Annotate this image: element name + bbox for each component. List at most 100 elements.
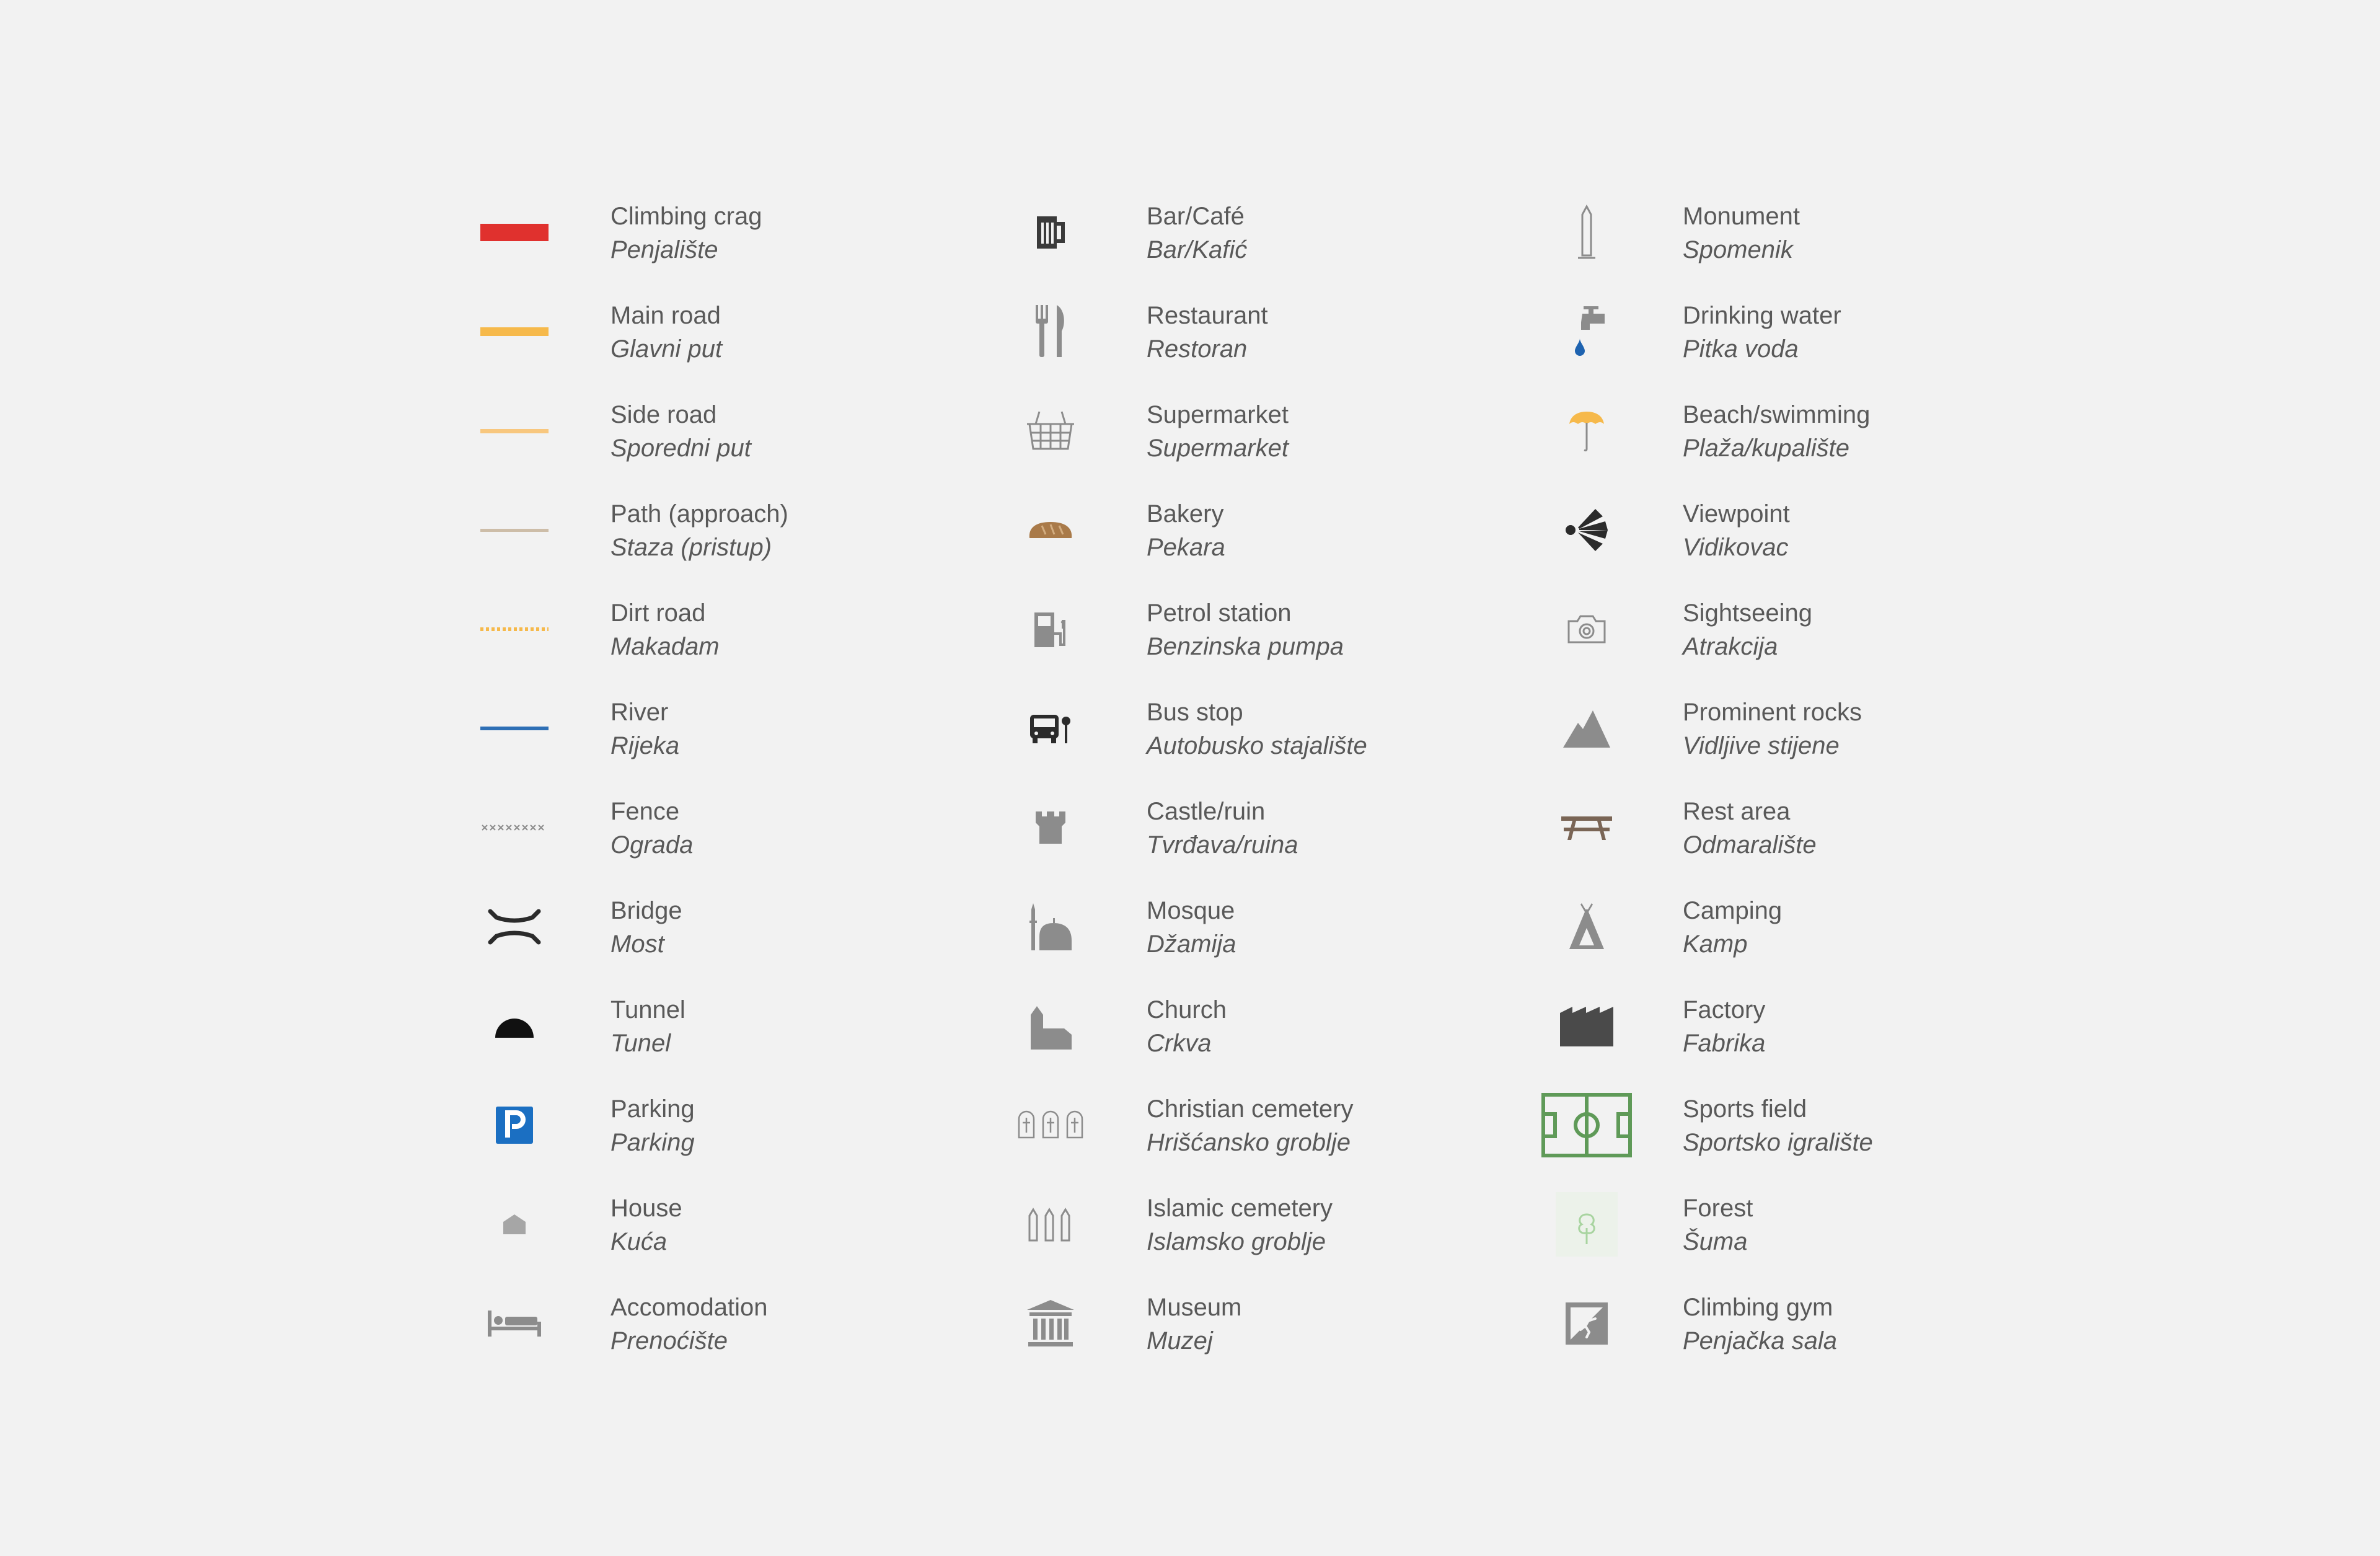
tan-line-icon (459, 484, 570, 577)
label-en: Accomodation (610, 1294, 768, 1321)
cross-line-icon (459, 781, 570, 874)
label-en: Petrol station (1147, 599, 1292, 627)
label-en: Camping (1683, 897, 1783, 924)
orange-thick-line-icon (459, 285, 570, 378)
label-en: Viewpoint (1683, 500, 1790, 528)
label-hr: Muzej (1147, 1327, 1213, 1355)
label-hr: Atrakcija (1683, 633, 1778, 660)
label-hr: Staza (pristup) (610, 534, 772, 561)
tap-icon (1531, 285, 1642, 378)
museum-icon (995, 1277, 1106, 1370)
label-hr: Pitka voda (1683, 335, 1799, 363)
label-hr: Bar/Kafić (1147, 236, 1248, 263)
label-hr: Penjalište (610, 236, 718, 263)
label-en: Monument (1683, 203, 1800, 230)
label-en: Climbing crag (610, 203, 762, 230)
label-hr: Šuma (1683, 1228, 1748, 1255)
viewpoint-icon (1531, 484, 1642, 577)
label-hr: Crkva (1147, 1030, 1212, 1057)
fuel-pump-icon (995, 583, 1106, 676)
label-hr: Tunel (610, 1030, 671, 1057)
legend-item-main-road: Main road Glavni put (459, 285, 1078, 378)
climbing-wall-icon (1531, 1277, 1642, 1370)
legend-item-camping: Camping Kamp (1531, 880, 2151, 973)
legend-column-2: Bar/Café Bar/Kafić Restaurant Restoran S… (995, 0, 1615, 1556)
label-en: Side road (610, 401, 717, 428)
label-hr: Pekara (1147, 534, 1225, 561)
label-en: Bakery (1147, 500, 1224, 528)
legend-item-museum: Museum Muzej (995, 1277, 1615, 1370)
label-en: Bridge (610, 897, 682, 924)
legend-item-islamic-cemetery: Islamic cemetery Islamsko groblje (995, 1178, 1615, 1271)
label-en: Supermarket (1147, 401, 1289, 428)
label-en: Castle/ruin (1147, 798, 1266, 825)
label-en: Factory (1683, 996, 1766, 1023)
label-hr: Makadam (610, 633, 720, 660)
tunnel-icon (459, 979, 570, 1072)
label-en: Path (approach) (610, 500, 788, 528)
label-hr: Spomenik (1683, 236, 1793, 263)
label-en: Fence (610, 798, 680, 825)
legend-item-accomodation: Accomodation Prenoćište (459, 1277, 1078, 1370)
bread-icon (995, 484, 1106, 577)
parking-icon (459, 1079, 570, 1172)
label-en: Restaurant (1147, 302, 1268, 329)
label-hr: Autobusko stajalište (1147, 732, 1367, 759)
label-hr: Most (610, 931, 664, 958)
label-hr: Restoran (1147, 335, 1248, 363)
legend-item-tunnel: Tunnel Tunel (459, 979, 1078, 1072)
label-hr: Odmaralište (1683, 831, 1817, 859)
legend-column-3: Monument Spomenik Drinking water Pitka v… (1531, 0, 2151, 1556)
red-thick-line-icon (459, 186, 570, 279)
legend-item-side-road: Side road Sporedni put (459, 384, 1078, 477)
legend-item-sports-field: Sports field Sportsko igralište (1531, 1079, 2151, 1172)
legend-item-sightseeing: Sightseeing Atrakcija (1531, 583, 2151, 676)
label-hr: Glavni put (610, 335, 723, 363)
label-en: Forest (1683, 1195, 1753, 1222)
legend-item-climbing-crag: Climbing crag Penjalište (459, 186, 1078, 279)
legend-item-path: Path (approach) Staza (pristup) (459, 484, 1078, 577)
obelisk-icon (1531, 186, 1642, 279)
label-hr: Džamija (1147, 931, 1236, 958)
field-icon (1531, 1079, 1642, 1172)
label-hr: Islamsko groblje (1147, 1228, 1326, 1255)
legend-item-river: River Rijeka (459, 682, 1078, 775)
dotted-orange-line-icon (459, 583, 570, 676)
legend-item-church: Church Crkva (995, 979, 1615, 1072)
tree-icon (1531, 1178, 1642, 1271)
label-en: Drinking water (1683, 302, 1841, 329)
camera-icon (1531, 583, 1642, 676)
legend-item-fence: Fence Ograda (459, 781, 1078, 874)
legend-item-christian-cemetery: Christian cemetery Hrišćansko groblje (995, 1079, 1615, 1172)
label-hr: Parking (610, 1129, 695, 1156)
label-en: Parking (610, 1095, 695, 1123)
umbrella-icon (1531, 384, 1642, 477)
label-en: Prominent rocks (1683, 699, 1862, 726)
label-en: Christian cemetery (1147, 1095, 1354, 1123)
label-hr: Benzinska pumpa (1147, 633, 1344, 660)
legend-item-parking: Parking Parking (459, 1079, 1078, 1172)
bed-icon (459, 1277, 570, 1370)
legend-item-climbing-gym: Climbing gym Penjačka sala (1531, 1277, 2151, 1370)
light-orange-line-icon (459, 384, 570, 477)
legend-item-monument: Monument Spomenik (1531, 186, 2151, 279)
legend-item-castle: Castle/ruin Tvrđava/ruina (995, 781, 1615, 874)
label-en: Bar/Café (1147, 203, 1245, 230)
legend-item-beach: Beach/swimming Plaža/kupalište (1531, 384, 2151, 477)
factory-icon (1531, 979, 1642, 1072)
bus-icon (995, 682, 1106, 775)
legend-item-viewpoint: Viewpoint Vidikovac (1531, 484, 2151, 577)
label-hr: Penjačka sala (1683, 1327, 1838, 1355)
label-en: Climbing gym (1683, 1294, 1833, 1321)
blue-line-icon (459, 682, 570, 775)
legend-item-bus-stop: Bus stop Autobusko stajalište (995, 682, 1615, 775)
label-en: Islamic cemetery (1147, 1195, 1333, 1222)
label-hr: Supermarket (1147, 435, 1289, 462)
label-en: Mosque (1147, 897, 1235, 924)
bridge-icon (459, 880, 570, 973)
house-icon (459, 1178, 570, 1271)
picnic-table-icon (1531, 781, 1642, 874)
label-hr: Rijeka (610, 732, 680, 759)
label-hr: Plaža/kupalište (1683, 435, 1850, 462)
label-en: Bus stop (1147, 699, 1243, 726)
